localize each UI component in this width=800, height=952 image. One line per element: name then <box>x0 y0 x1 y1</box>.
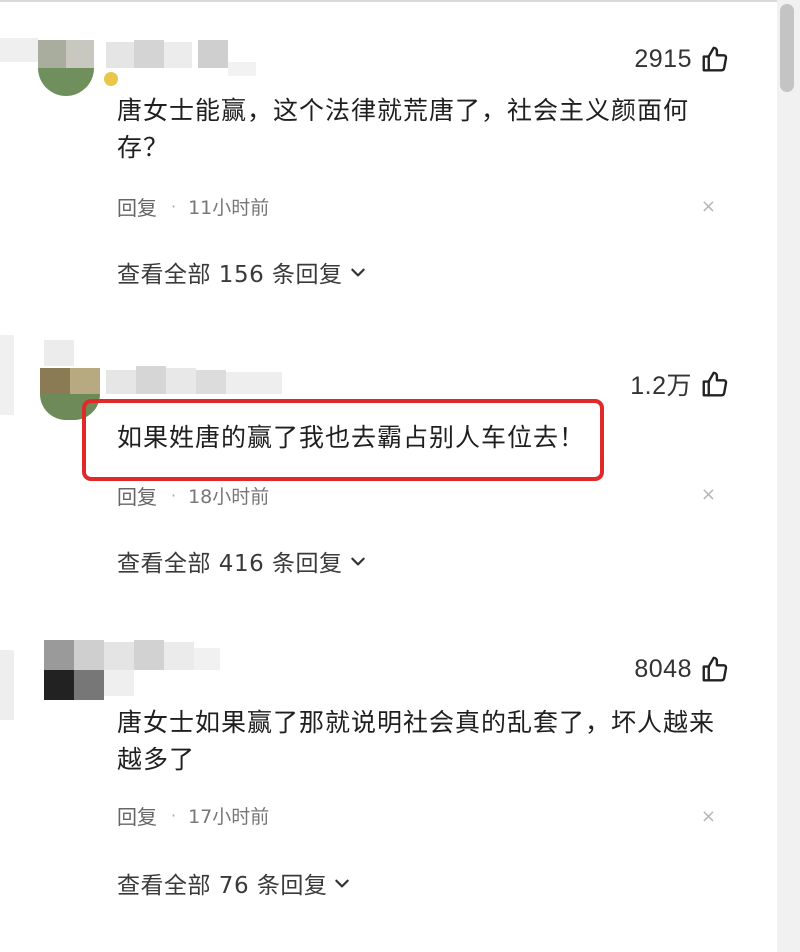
like-button[interactable]: 8048 <box>634 654 730 684</box>
view-replies-button[interactable]: 查看全部 76 条回复 <box>117 866 351 900</box>
scrollbar-thumb[interactable] <box>780 4 794 92</box>
view-replies-label: 查看全部 76 条回复 <box>117 873 328 899</box>
comment-meta: 回复 · 17小时前 <box>117 801 269 830</box>
comment-text: 唐女士如果赢了那就说明社会真的乱套了，坏人越来越多了 <box>117 708 716 774</box>
like-count: 8048 <box>634 654 692 683</box>
reply-button[interactable]: 回复 <box>117 801 157 830</box>
timestamp: 17小时前 <box>188 806 270 828</box>
scrollbar-track[interactable] <box>777 0 800 952</box>
thumbs-up-icon <box>702 656 728 682</box>
separator-dot: · <box>171 806 177 825</box>
close-icon[interactable]: × <box>701 806 716 827</box>
comment-item: 8048 唐女士如果赢了那就说明社会真的乱套了，坏人越来越多了 回复 · 17小… <box>0 0 770 952</box>
avatar[interactable] <box>44 640 104 700</box>
chevron-down-icon <box>335 879 350 888</box>
